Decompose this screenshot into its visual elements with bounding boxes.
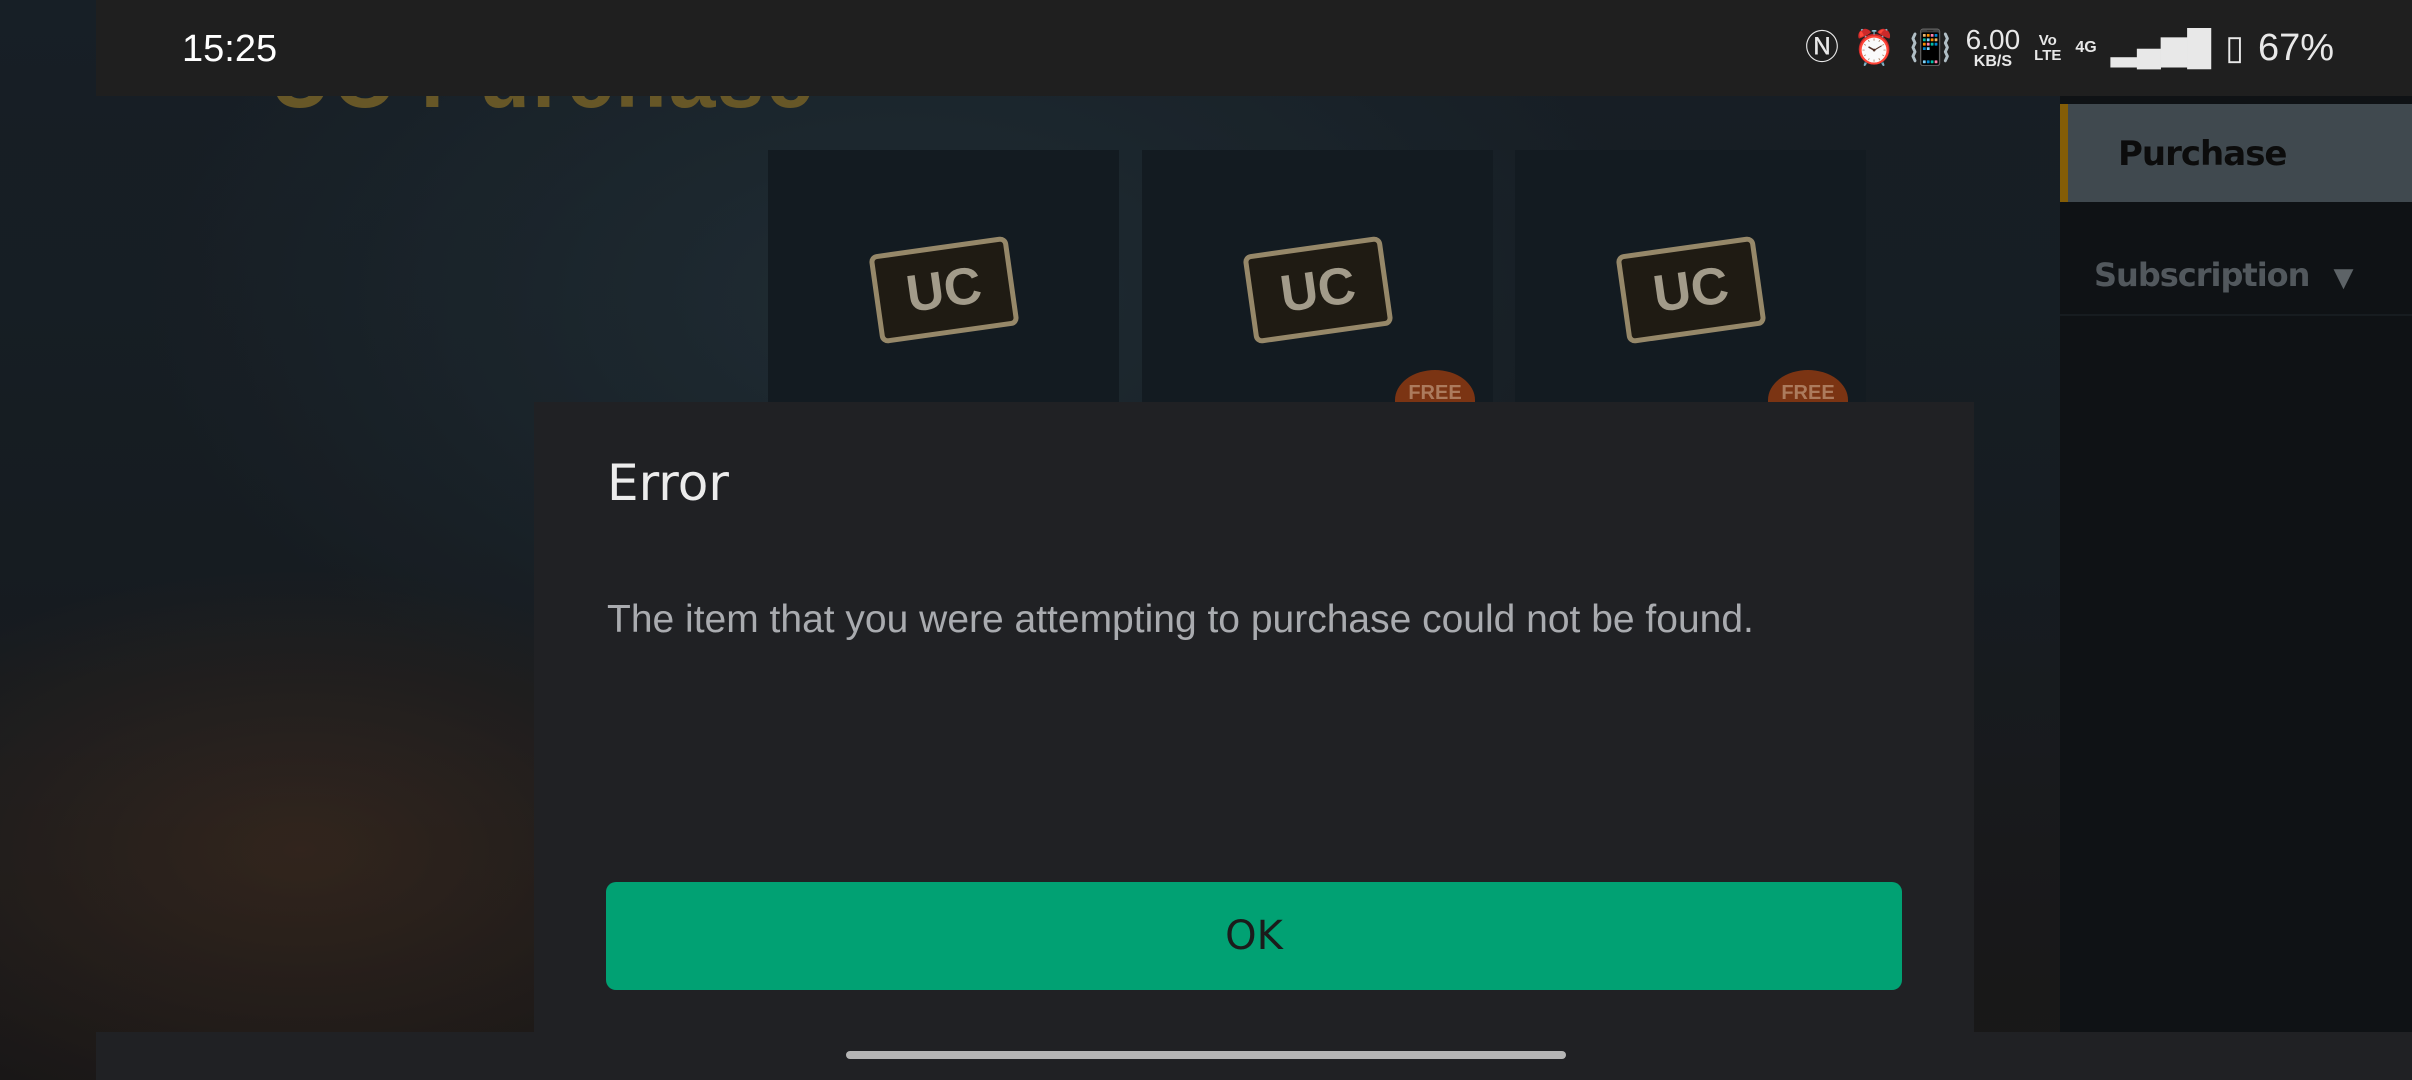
status-bar: 15:25 Ⓝ ⏰ 📳 6.00 KB/S Vo LTE 4G ▂▄▆█ ▯ 6… xyxy=(96,0,2412,96)
signal-4g-icon: ▂▄▆█ xyxy=(2110,29,2212,67)
volte-icon: Vo LTE xyxy=(2034,33,2061,63)
home-gesture-handle[interactable] xyxy=(846,1051,1566,1059)
vibrate-icon: 📳 xyxy=(1909,29,1952,67)
volte-top: Vo xyxy=(2038,32,2057,49)
net-speed-unit: KB/S xyxy=(1973,53,2013,70)
net-speed: 6.00 KB/S xyxy=(1966,26,2021,70)
net-speed-value: 6.00 xyxy=(1965,24,2021,55)
network-type: 4G xyxy=(2075,39,2097,56)
alarm-icon: ⏰ xyxy=(1852,29,1896,67)
battery-icon: ▯ xyxy=(2225,29,2244,67)
battery-percent: 67% xyxy=(2257,26,2334,69)
dialog-message: The item that you were attempting to pur… xyxy=(607,598,1754,641)
volte-bottom: LTE xyxy=(2034,47,2062,64)
dialog-title: Error xyxy=(607,454,729,512)
ok-button[interactable]: OK xyxy=(606,882,1902,990)
nfc-icon: Ⓝ xyxy=(1804,29,1839,67)
clock: 15:25 xyxy=(182,28,278,70)
error-dialog: Error The item that you were attempting … xyxy=(534,402,1974,1032)
